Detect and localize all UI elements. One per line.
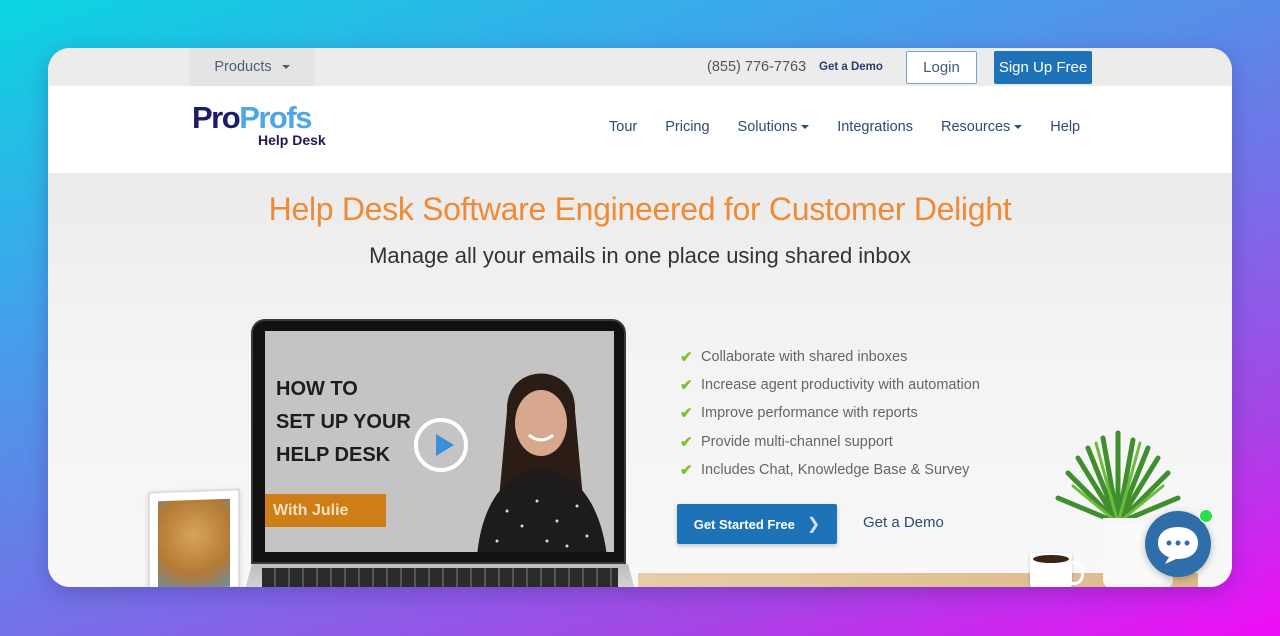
chat-widget-button[interactable] [1145,509,1213,577]
nav-integrations-label: Integrations [837,119,913,135]
feature-item: ✔ Collaborate with shared inboxes [680,343,980,371]
primary-nav: Tour Pricing Solutions Integrations Reso… [609,119,1080,135]
presenter-image [477,373,607,552]
products-label: Products [214,59,272,75]
hero-subheadline: Manage all your emails in one place usin… [369,243,911,268]
hero-headline: Help Desk Software Engineered for Custom… [268,191,1012,227]
checkmark-icon: ✔ [680,377,693,395]
caret-down-icon [801,125,810,129]
checkmark-icon: ✔ [680,405,693,423]
checkmark-icon: ✔ [680,461,693,479]
main-navbar: ProProfs Help Desk Tour Pricing Solution… [48,86,1232,173]
browser-window: Products (855) 776-7763 Get a Demo Login… [48,48,1232,587]
nav-pricing-label: Pricing [665,119,710,135]
nav-tour[interactable]: Tour [609,119,637,135]
feature-item: ✔ Increase agent productivity with automa… [680,371,980,399]
laptop: HOW TO SET UP YOUR HELP DESK With Julie [251,319,626,564]
nav-solutions-label: Solutions [737,119,798,135]
dog-photo [158,498,230,587]
checkmark-icon: ✔ [680,349,693,367]
presenter-tag: With Julie [265,494,386,527]
nav-integrations[interactable]: Integrations [837,119,913,135]
chevron-right-icon: ❯ [806,516,821,533]
nav-solutions[interactable]: Solutions [738,119,810,135]
video-title: HOW TO SET UP YOUR HELP DESK [276,373,411,472]
feature-text: Collaborate with shared inboxes [701,349,908,366]
feature-item: ✔ Includes Chat, Knowledge Base & Survey [680,456,980,484]
caret-down-icon [1014,125,1023,129]
coffee-cup [1030,553,1084,587]
hero-section: Help Desk Software Engineered for Custom… [48,173,1232,587]
video-title-line: HELP DESK [276,444,391,466]
logo-pro: Pro [192,100,241,135]
phone-number[interactable]: (855) 776-7763 [707,59,806,75]
products-dropdown[interactable]: Products [190,48,314,86]
dog-photo-frame [148,488,240,587]
online-status-dot [1199,509,1213,523]
top-get-demo-link[interactable]: Get a Demo [819,61,883,73]
checkmark-icon: ✔ [680,433,693,451]
video-title-line: HOW TO [276,378,358,400]
nav-pricing[interactable]: Pricing [665,119,709,135]
laptop-keyboard [244,564,636,587]
hero-get-demo-link[interactable]: Get a Demo [863,514,944,531]
video-thumbnail[interactable]: HOW TO SET UP YOUR HELP DESK With Julie [265,331,614,552]
nav-help-label: Help [1050,119,1081,135]
play-icon[interactable] [414,418,468,472]
feature-item: ✔ Provide multi-channel support [680,428,980,456]
logo-subtitle: Help Desk [258,132,326,148]
login-button[interactable]: Login [906,51,977,84]
nav-resources-label: Resources [940,119,1011,135]
utility-bar: Products (855) 776-7763 Get a Demo Login… [48,48,1232,86]
signup-button[interactable]: Sign Up Free [994,51,1092,84]
feature-text: Includes Chat, Knowledge Base & Survey [701,461,970,478]
logo-profs: Profs [239,100,312,135]
feature-text: Provide multi-channel support [701,433,893,450]
video-title-line: SET UP YOUR [276,411,411,433]
feature-list: ✔ Collaborate with shared inboxes ✔ Increa… [680,343,980,484]
nav-tour-label: Tour [609,119,638,135]
caret-down-icon [281,65,290,69]
feature-text: Improve performance with reports [701,405,918,422]
nav-resources[interactable]: Resources [940,119,1023,135]
get-started-button[interactable]: Get Started Free ❯ [677,504,837,544]
get-started-label: Get Started Free [693,516,795,532]
proprofs-logo[interactable]: ProProfs Help Desk [192,100,326,149]
feature-item: ✔ Improve performance with reports [680,399,980,427]
nav-help[interactable]: Help [1050,119,1080,135]
feature-text: Increase agent productivity with automat… [701,377,980,394]
